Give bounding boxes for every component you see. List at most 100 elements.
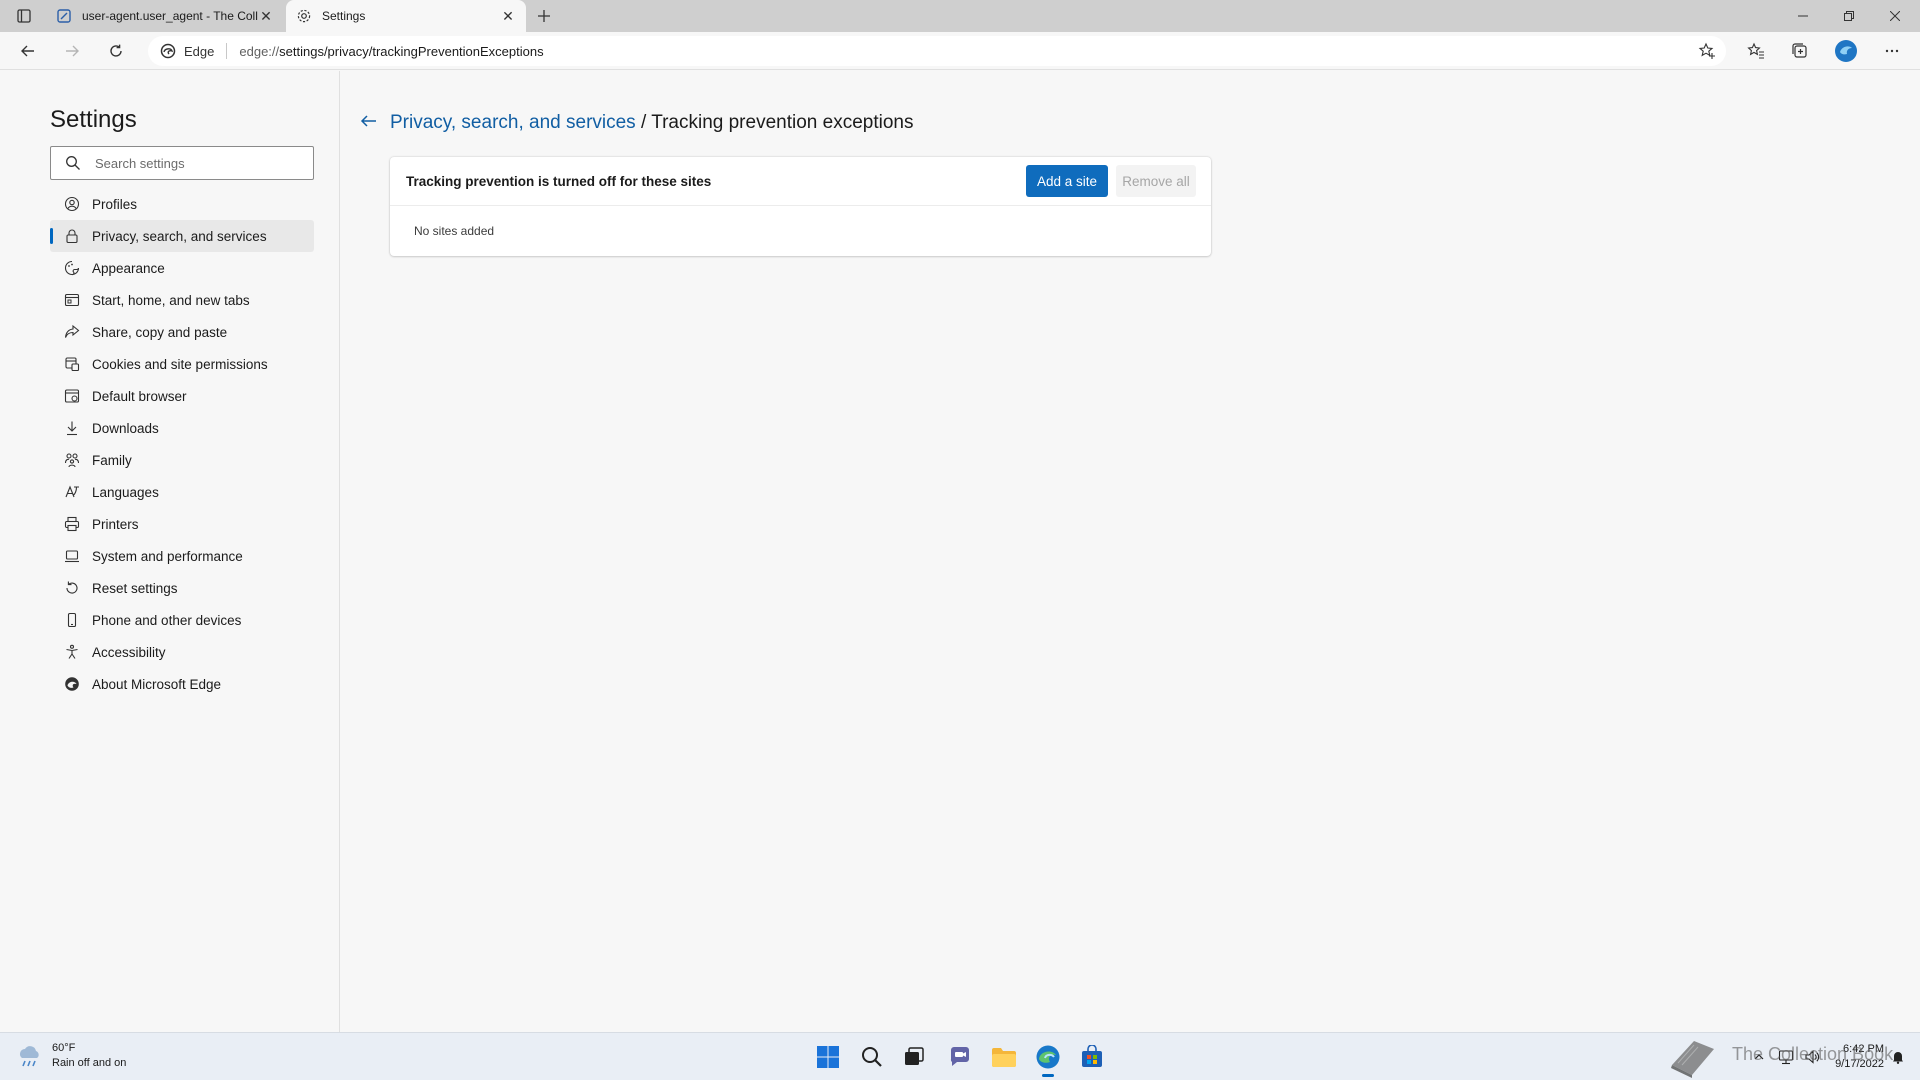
sidebar-item-family[interactable]: Family: [50, 444, 314, 476]
taskbar-search-button[interactable]: [856, 1041, 888, 1073]
add-favorite-icon[interactable]: [1698, 42, 1716, 60]
sidebar-item-accessibility[interactable]: Accessibility: [50, 636, 314, 668]
laptop-icon: [64, 548, 80, 564]
sidebar-item-appearance[interactable]: Appearance: [50, 252, 314, 284]
sidebar-item-phone[interactable]: Phone and other devices: [50, 604, 314, 636]
profile-button[interactable]: [1832, 37, 1860, 65]
sidebar-item-label: Languages: [92, 484, 159, 500]
gear-icon: [296, 8, 312, 24]
forward-arrow-icon: [66, 45, 79, 57]
address-toolbar: Edge edge://settings/privacy/trackingPre…: [0, 32, 1920, 70]
add-site-button[interactable]: Add a site: [1026, 165, 1108, 197]
file-explorer-button[interactable]: [988, 1041, 1020, 1073]
task-view-button[interactable]: [898, 1041, 930, 1073]
sidebar-item-profiles[interactable]: Profiles: [50, 188, 314, 220]
collections-button[interactable]: [1786, 37, 1814, 65]
card-header: Tracking prevention is turned off for th…: [390, 157, 1211, 206]
tab-actions-button[interactable]: [10, 5, 38, 27]
tab-title: Settings: [322, 9, 366, 23]
reset-icon: [64, 580, 80, 596]
sidebar-item-reset[interactable]: Reset settings: [50, 572, 314, 604]
sidebar-item-share[interactable]: Share, copy and paste: [50, 316, 314, 348]
edge-logo-icon: [64, 676, 80, 692]
settings-nav: Profiles Privacy, search, and services A…: [50, 188, 314, 700]
refresh-button[interactable]: [102, 37, 130, 65]
sidebar-item-label: Share, copy and paste: [92, 324, 228, 340]
sidebar-item-label: About Microsoft Edge: [92, 676, 222, 692]
sidebar-item-start-home[interactable]: Start, home, and new tabs: [50, 284, 314, 316]
weather-temperature: 60°F: [52, 1042, 76, 1054]
sidebar-item-system[interactable]: System and performance: [50, 540, 314, 572]
back-button[interactable]: [14, 37, 42, 65]
sidebar-item-label: Privacy, search, and services: [92, 228, 267, 244]
minimize-button[interactable]: [1780, 0, 1826, 32]
close-icon: [1890, 11, 1900, 21]
close-tab-icon[interactable]: ✕: [258, 8, 274, 24]
sidebar-item-printers[interactable]: Printers: [50, 508, 314, 540]
close-tab-icon[interactable]: ✕: [500, 8, 516, 24]
sidebar-item-cookies[interactable]: Cookies and site permissions: [50, 348, 314, 380]
edge-badge: Edge: [148, 43, 214, 59]
refresh-icon: [110, 44, 122, 57]
sidebar-item-about[interactable]: About Microsoft Edge: [50, 668, 314, 700]
sidebar-item-languages[interactable]: Languages: [50, 476, 314, 508]
forward-button[interactable]: [58, 37, 86, 65]
store-icon: [1082, 1045, 1102, 1067]
new-tab-button[interactable]: [532, 4, 556, 28]
back-arrow-icon[interactable]: [359, 111, 379, 131]
restore-button[interactable]: [1826, 0, 1872, 32]
edge-taskbar-button[interactable]: [1032, 1041, 1064, 1077]
store-button[interactable]: [1076, 1041, 1108, 1073]
search-settings-box[interactable]: [50, 146, 314, 180]
sidebar-item-privacy[interactable]: Privacy, search, and services: [50, 220, 314, 252]
url-text[interactable]: edge://settings/privacy/trackingPreventi…: [239, 44, 543, 59]
plus-icon: [538, 10, 550, 22]
search-settings-input[interactable]: [95, 155, 295, 171]
sidebar-item-label: Profiles: [92, 196, 138, 212]
minimize-icon: [1798, 15, 1808, 17]
close-window-button[interactable]: [1872, 0, 1918, 32]
empty-state-text: No sites added: [414, 224, 495, 238]
sidebar-item-downloads[interactable]: Downloads: [50, 412, 314, 444]
card-title: Tracking prevention is turned off for th…: [406, 173, 712, 189]
download-icon: [64, 420, 80, 436]
sidebar-item-label: Reset settings: [92, 580, 178, 596]
sidebar-item-label: Downloads: [92, 420, 159, 436]
phone-icon: [64, 612, 80, 628]
breadcrumb-parent-link[interactable]: Privacy, search, and services: [390, 112, 636, 133]
sidebar-item-label: Default browser: [92, 388, 187, 404]
more-menu-button[interactable]: [1878, 37, 1906, 65]
page-icon: [56, 8, 72, 24]
address-bar[interactable]: Edge edge://settings/privacy/trackingPre…: [148, 36, 1726, 66]
tab-actions-icon: [17, 9, 31, 23]
tab-user-agent[interactable]: user-agent.user_agent - The Coll ✕: [46, 0, 284, 32]
collections-icon: [1792, 43, 1807, 58]
task-view-icon: [905, 1047, 924, 1065]
title-bar: user-agent.user_agent - The Coll ✕ Setti…: [0, 0, 1920, 32]
remove-all-button[interactable]: Remove all: [1116, 165, 1196, 197]
book-watermark-icon: [1671, 1041, 1714, 1078]
cookies-icon: [64, 356, 80, 372]
windows-logo-icon: [817, 1046, 839, 1068]
accessibility-icon: [64, 644, 80, 660]
breadcrumb: Privacy, search, and services / Tracking…: [390, 112, 913, 134]
family-icon: [64, 452, 80, 468]
favorites-icon: [1747, 42, 1764, 59]
sidebar-item-label: Printers: [92, 516, 139, 532]
printer-icon: [64, 516, 80, 532]
favorites-button[interactable]: [1742, 37, 1770, 65]
weather-widget[interactable]: 60°F Rain off and on: [16, 1041, 126, 1071]
sidebar-item-label: Accessibility: [92, 644, 166, 660]
profile-icon: [64, 196, 80, 212]
page-title: Tracking prevention exceptions: [651, 112, 914, 133]
sidebar-item-default-browser[interactable]: Default browser: [50, 380, 314, 412]
edge-logo-icon: [1036, 1045, 1060, 1069]
taskbar: 60°F Rain off and on 6:42 PM 9/17/2022: [0, 1032, 1920, 1080]
start-button[interactable]: [812, 1041, 844, 1073]
teams-chat-button[interactable]: [944, 1041, 976, 1073]
chat-icon: [950, 1047, 969, 1066]
tab-settings[interactable]: Settings ✕: [286, 0, 526, 32]
sidebar-item-label: Start, home, and new tabs: [92, 292, 250, 308]
settings-sidebar: Settings Profiles Privacy, search, and s…: [0, 71, 340, 1032]
sidebar-item-label: Phone and other devices: [92, 612, 242, 628]
